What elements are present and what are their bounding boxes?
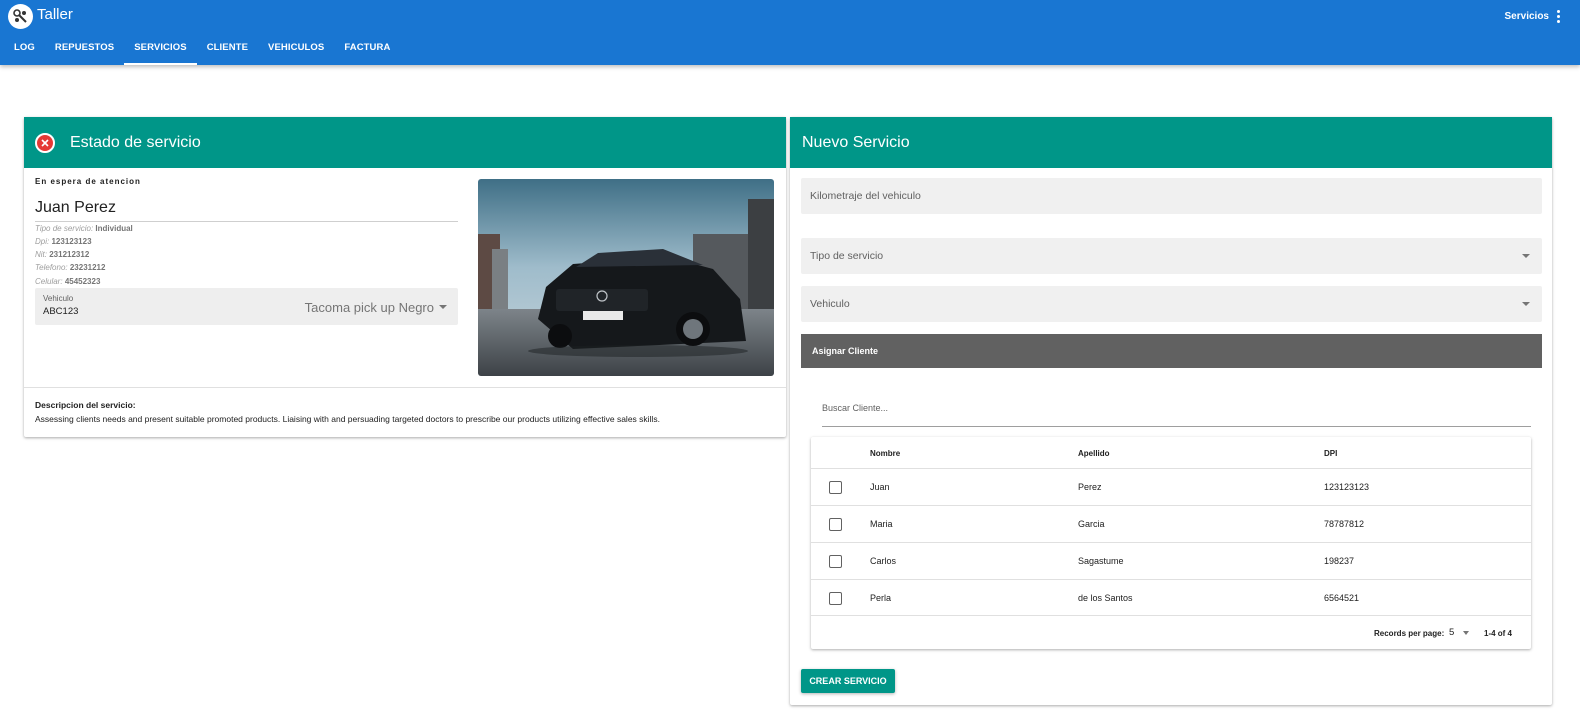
info-telefono: Telefono: 23231212 [35,263,105,272]
tab-log[interactable]: LOG [4,34,45,65]
row-checkbox[interactable] [829,592,842,605]
service-status-header: Estado de servicio [24,117,786,168]
info-value: 231212312 [49,250,90,259]
more-vert-icon[interactable] [1557,10,1560,23]
tab-vehiculos[interactable]: VEHICULOS [258,34,334,65]
new-service-header: Nuevo Servicio [790,117,1552,168]
info-value: Individual [95,224,133,233]
kilometraje-field[interactable]: Kilometraje del vehiculo [801,178,1542,214]
service-status-card: Estado de servicio En espera de atencion… [24,117,786,437]
chevron-down-icon [439,305,447,309]
divider [24,387,786,388]
cell-apellido: Garcia [1078,519,1105,529]
info-nit: Nit: 231212312 [35,250,89,259]
table-row[interactable]: Carlos Sagastume 198237 [811,542,1531,579]
main-nav: LOG REPUESTOS SERVICIOS CLIENTE VEHICULO… [4,34,400,65]
cell-nombre: Carlos [870,556,897,566]
description-text: Assessing clients needs and present suit… [35,414,660,424]
new-service-title: Nuevo Servicio [802,133,910,151]
vehiculo-label: Vehiculo [810,298,850,310]
cell-nombre: Perla [870,593,892,603]
row-checkbox[interactable] [829,518,842,531]
service-status-text: En espera de atencion [35,177,141,186]
kilometraje-label: Kilometraje del vehiculo [810,190,921,202]
assign-client-label: Asignar Cliente [812,346,879,356]
divider [35,221,458,222]
info-label: Dpi: [35,237,50,246]
vehicle-select-label: Vehiculo [43,294,74,303]
clients-table: Nombre Apellido DPI Juan Perez 123123123… [811,437,1531,649]
table-row[interactable]: Juan Perez 123123123 [811,468,1531,505]
tab-repuestos[interactable]: REPUESTOS [45,34,124,65]
service-status-title: Estado de servicio [70,133,201,151]
records-per-page-label: Records per page: [1374,629,1445,638]
top-right-label: Servicios [1504,11,1549,22]
chevron-down-icon [1522,254,1530,258]
new-service-card: Nuevo Servicio Kilometraje del vehiculo … [790,117,1552,705]
info-celular: Celular: 45452323 [35,277,100,286]
vehicle-select[interactable]: Vehiculo ABC123 Tacoma pick up Negro [35,288,458,325]
vehicle-model: Tacoma pick up Negro [304,300,434,315]
cell-apellido: de los Santos [1078,593,1133,603]
table-row[interactable]: Perla de los Santos 6564521 [811,579,1531,616]
client-search-placeholder: Buscar Cliente... [822,403,889,413]
cell-dpi: 78787812 [1324,519,1365,529]
top-right-menu[interactable]: Servicios [1505,10,1560,23]
app-bar: Taller Servicios LOG REPUESTOS SERVICIOS… [0,0,1580,65]
row-checkbox[interactable] [829,481,842,494]
cell-apellido: Sagastume [1078,556,1124,566]
cell-dpi: 6564521 [1324,593,1360,603]
client-search-input[interactable]: Buscar Cliente... [822,400,1531,427]
info-tipo-servicio: Tipo de servicio: Individual [35,224,133,233]
chevron-down-icon[interactable] [1463,631,1469,635]
client-name: Juan Perez [35,199,116,216]
info-value: 23231212 [69,263,106,272]
app-title: Taller [37,6,73,23]
info-dpi: Dpi: 123123123 [35,237,92,246]
tipo-servicio-label: Tipo de servicio [810,250,884,262]
cell-apellido: Perez [1078,482,1102,492]
cell-dpi: 123123123 [1324,482,1370,492]
cell-nombre: Juan [870,482,890,492]
column-header-apellido[interactable]: Apellido [1078,449,1110,458]
table-pagination: Records per page: 5 1-4 of 4 [811,615,1531,649]
column-header-dpi[interactable]: DPI [1324,449,1337,458]
vehiculo-select[interactable]: Vehiculo [801,286,1542,322]
tab-servicios[interactable]: SERVICIOS [124,34,197,65]
info-label: Tipo de servicio: [35,224,94,233]
description-title: Descripcion del servicio: [35,400,136,410]
tipo-servicio-select[interactable]: Tipo de servicio [801,238,1542,274]
chevron-down-icon [1522,302,1530,306]
cell-dpi: 198237 [1324,556,1355,566]
create-service-button[interactable]: CREAR SERVICIO [801,669,895,693]
info-label: Telefono: [35,263,68,272]
tab-factura[interactable]: FACTURA [334,34,400,65]
error-close-icon [35,132,55,153]
info-label: Celular: [35,277,63,286]
vehicle-photo [478,179,774,376]
column-header-nombre[interactable]: Nombre [870,449,900,458]
row-checkbox[interactable] [829,555,842,568]
cell-nombre: Maria [870,519,893,529]
info-value: 45452323 [64,277,101,286]
info-label: Nit: [35,250,47,259]
pagination-range: 1-4 of 4 [1484,629,1513,638]
records-per-page-select[interactable]: 5 [1449,627,1454,638]
app-logo-icon [8,4,33,29]
info-value: 123123123 [51,237,92,246]
vehicle-plate: ABC123 [43,306,79,317]
table-row[interactable]: Maria Garcia 78787812 [811,505,1531,542]
assign-client-bar: Asignar Cliente [801,334,1542,368]
tab-cliente[interactable]: CLIENTE [197,34,258,65]
